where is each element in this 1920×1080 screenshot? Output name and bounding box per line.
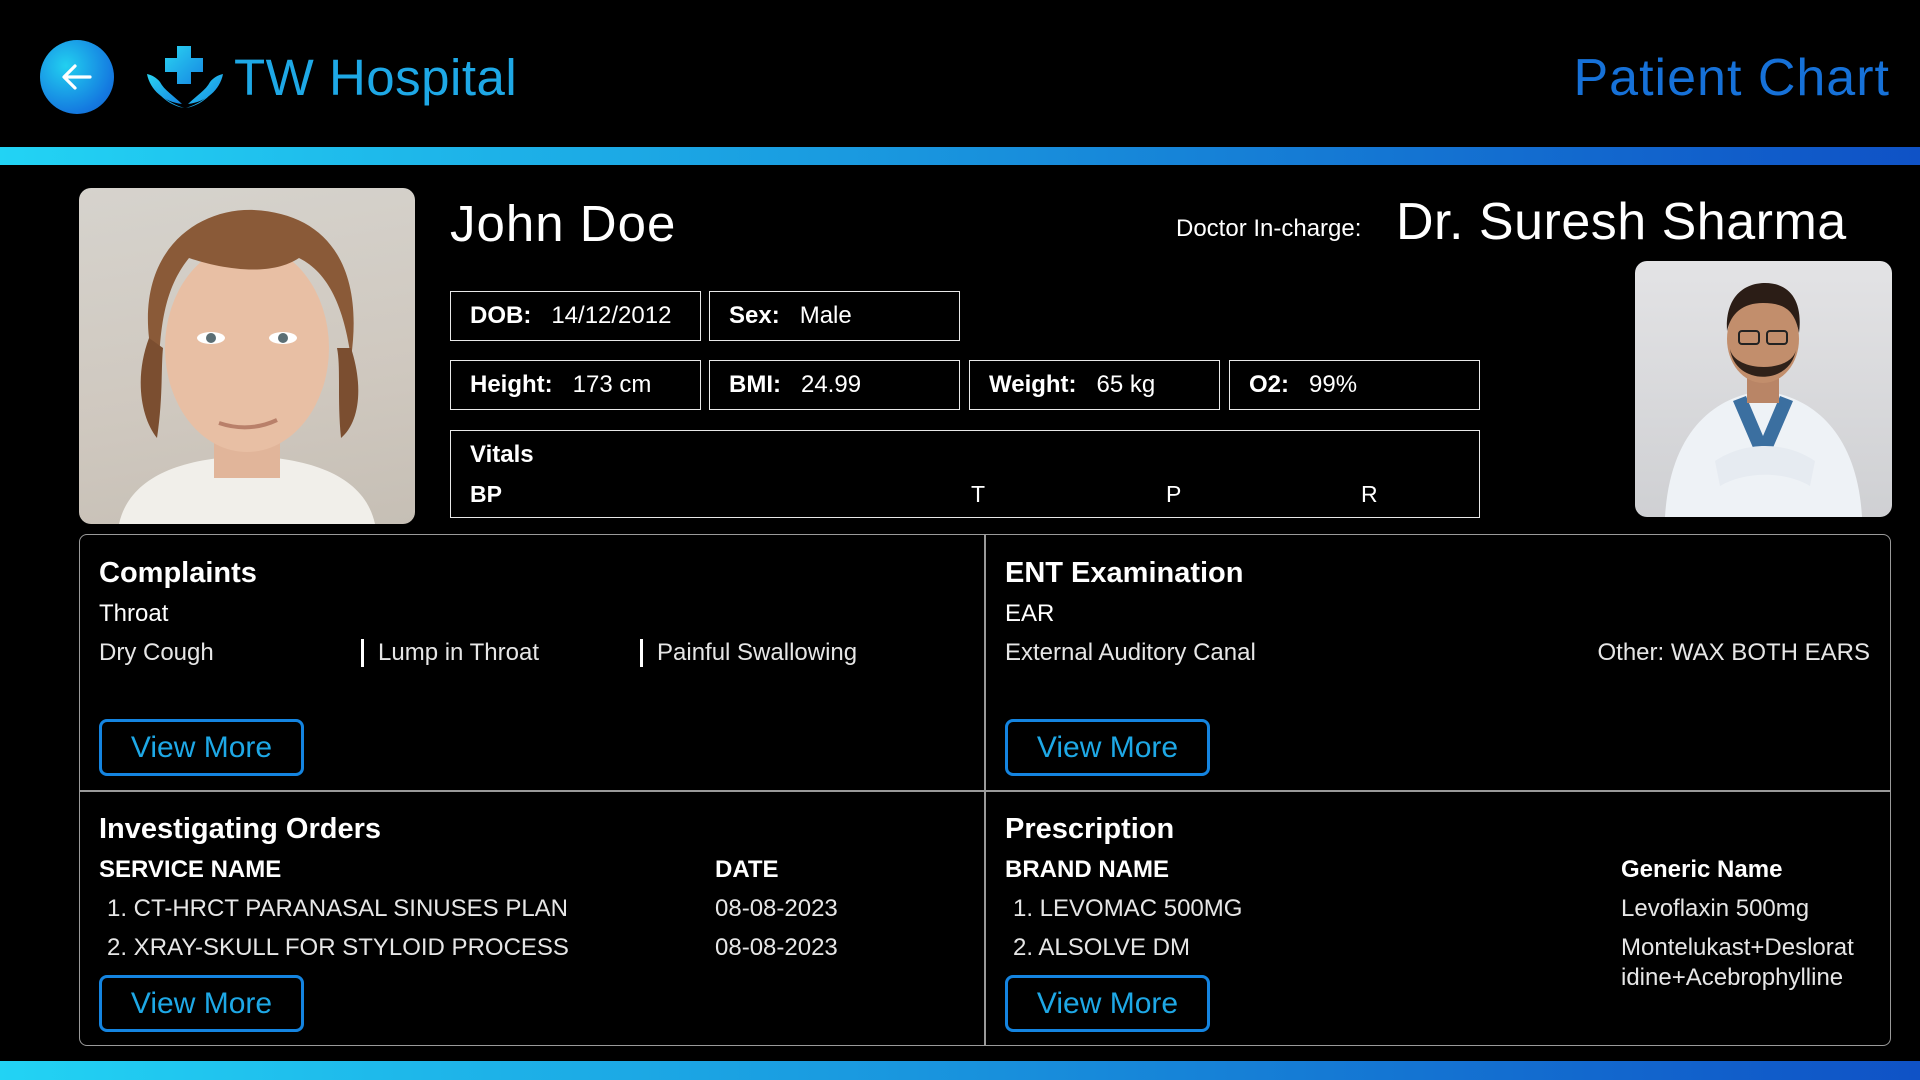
vitals-r-label: R bbox=[1361, 481, 1378, 507]
sex-value: Male bbox=[799, 302, 852, 329]
prescription-title: Prescription bbox=[1005, 813, 1175, 845]
dob-value: 14/12/2012 bbox=[551, 302, 672, 329]
vitals-t-label: T bbox=[971, 481, 986, 507]
prescription-view-more-button[interactable]: View More bbox=[1005, 975, 1210, 1032]
bmi-field: BMI: 24.99 bbox=[709, 360, 960, 410]
prescription-brand: 2. ALSOLVE DM bbox=[1013, 934, 1190, 961]
complaints-title: Complaints bbox=[99, 557, 257, 589]
complaint-item: Lump in Throat bbox=[378, 639, 539, 666]
o2-field: O2: 99% bbox=[1229, 360, 1480, 410]
dob-label: DOB: bbox=[470, 302, 532, 329]
complaint-separator bbox=[640, 639, 643, 667]
doctor-photo bbox=[1635, 261, 1892, 517]
doctor-name: Dr. Suresh Sharma bbox=[1396, 193, 1847, 251]
complaints-category: Throat bbox=[99, 600, 169, 627]
complaints-view-more-button[interactable]: View More bbox=[99, 719, 304, 776]
complaint-item: Painful Swallowing bbox=[657, 639, 858, 666]
medical-cross-hands-icon bbox=[147, 46, 223, 108]
page-title: Patient Chart bbox=[1573, 49, 1890, 107]
o2-value: 99% bbox=[1309, 371, 1358, 398]
sex-field: Sex: Male bbox=[709, 291, 960, 341]
header-divider bbox=[0, 147, 1920, 165]
ent-category: EAR bbox=[1005, 600, 1055, 627]
dob-field: DOB: 14/12/2012 bbox=[450, 291, 701, 341]
sex-label: Sex: bbox=[729, 302, 780, 329]
order-date: 08-08-2023 bbox=[715, 934, 838, 961]
height-label: Height: bbox=[470, 371, 553, 398]
height-value: 173 cm bbox=[572, 371, 652, 398]
arrow-left-icon bbox=[62, 64, 92, 90]
order-service: 2. XRAY-SKULL FOR STYLOID PROCESS bbox=[107, 934, 569, 961]
order-service: 1. CT-HRCT PARANASAL SINUSES PLAN bbox=[107, 895, 569, 922]
prescription-brand: 1. LEVOMAC 500MG bbox=[1013, 895, 1243, 922]
orders-col-date: DATE bbox=[715, 856, 779, 883]
orders-view-more-button[interactable]: View More bbox=[99, 975, 304, 1032]
ent-view-more-button[interactable]: View More bbox=[1005, 719, 1210, 776]
patient-name: John Doe bbox=[450, 195, 677, 252]
order-date: 08-08-2023 bbox=[715, 895, 838, 922]
prescription-col-brand: BRAND NAME bbox=[1005, 856, 1169, 883]
weight-field: Weight: 65 kg bbox=[969, 360, 1220, 410]
o2-label: O2: bbox=[1249, 371, 1290, 398]
vitals-p-label: P bbox=[1166, 481, 1182, 507]
bmi-value: 24.99 bbox=[800, 371, 862, 398]
footer-bar bbox=[0, 1061, 1920, 1080]
orders-col-service: SERVICE NAME bbox=[99, 856, 282, 883]
ent-finding: External Auditory Canal bbox=[1005, 639, 1256, 666]
vitals-title: Vitals bbox=[470, 441, 534, 468]
complaint-separator bbox=[361, 639, 364, 667]
vitals-bp-label: BP bbox=[470, 481, 502, 507]
hospital-name: TW Hospital bbox=[234, 49, 518, 106]
complaint-item: Dry Cough bbox=[99, 639, 214, 666]
back-button[interactable] bbox=[40, 40, 114, 114]
prescription-generic: Montelukast+Deslorat idine+Acebrophyllin… bbox=[1621, 934, 1854, 991]
height-field: Height: 173 cm bbox=[450, 360, 701, 410]
weight-value: 65 kg bbox=[1096, 371, 1156, 398]
prescription-generic: Levoflaxin 500mg bbox=[1621, 895, 1810, 922]
weight-label: Weight: bbox=[989, 371, 1077, 398]
ent-title: ENT Examination bbox=[1005, 557, 1244, 589]
doctor-label: Doctor In-charge: bbox=[1176, 215, 1362, 242]
vitals-box: Vitals BP T P R bbox=[450, 430, 1480, 518]
prescription-col-generic: Generic Name bbox=[1621, 856, 1783, 883]
bmi-label: BMI: bbox=[729, 371, 781, 398]
grid-divider-horizontal bbox=[80, 790, 1890, 792]
ent-other: Other: WAX BOTH EARS bbox=[1597, 639, 1871, 666]
orders-title: Investigating Orders bbox=[99, 813, 382, 845]
patient-photo bbox=[79, 188, 415, 524]
